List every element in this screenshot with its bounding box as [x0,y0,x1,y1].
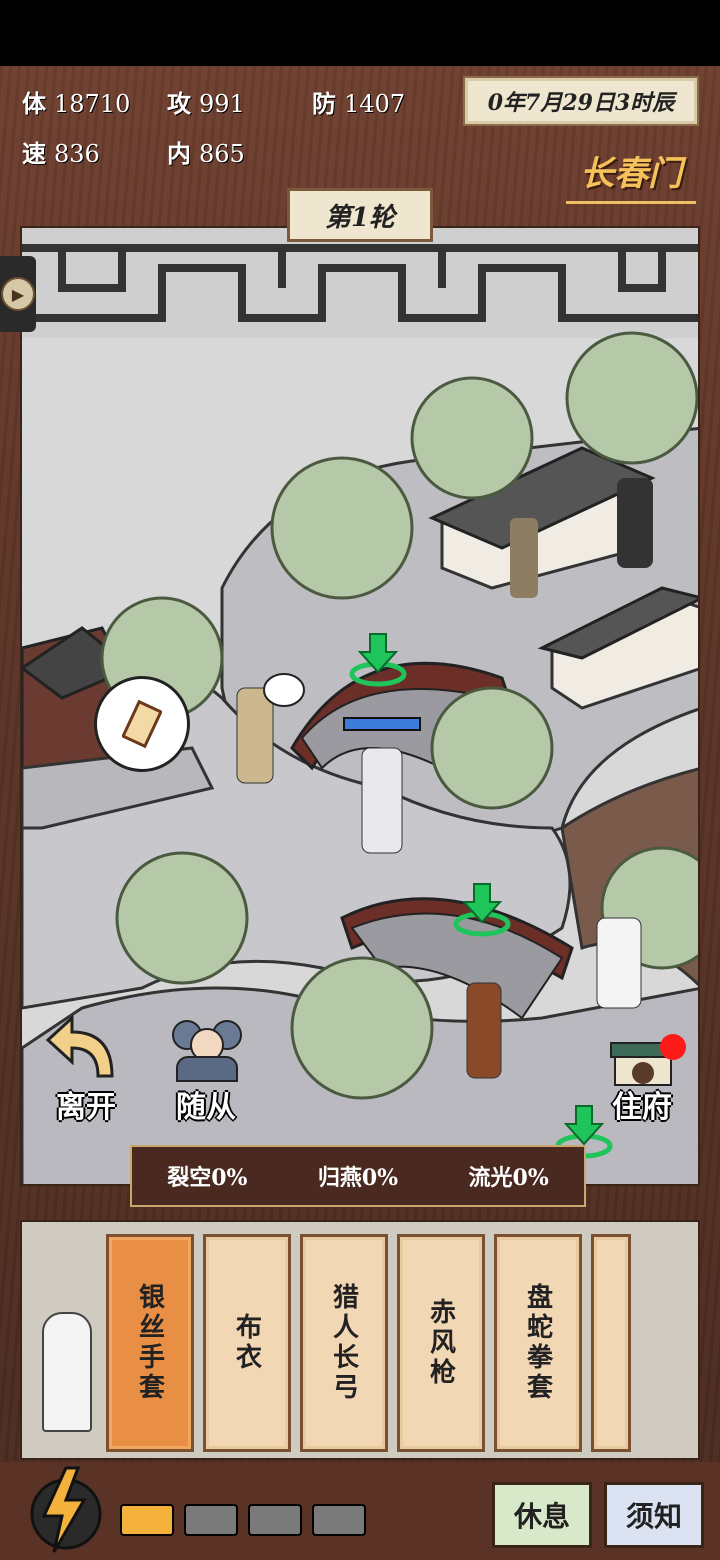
notice-button[interactable]: 须知 [604,1482,704,1548]
equipment-card[interactable]: 银丝手套 [106,1234,194,1452]
buff-name: 归燕 [317,1165,362,1191]
equipment-card-label: 猎人长弓 [328,1283,359,1403]
notification-dot [660,1034,686,1060]
stat-atk: 攻 991 [167,84,245,119]
stat-def-label: 防 [312,89,336,118]
buff-name: 流光 [468,1165,513,1191]
stat-def: 防 1407 [312,84,405,119]
residence-button[interactable]: 住府 [612,1082,672,1126]
equipment-card[interactable]: 布衣 [203,1234,291,1452]
equipment-card-label: 盘蛇拳套 [522,1283,553,1403]
stat-hp-label: 体 [22,89,46,118]
equipment-card-partial[interactable] [591,1234,631,1452]
buff-item: 裂空0% [167,1160,247,1192]
stat-inner-value: 865 [199,140,245,168]
stat-atk-value: 991 [199,90,245,118]
buff-item: 流光0% [469,1160,549,1192]
stat-spd: 速 836 [22,134,100,169]
game-map[interactable] [20,226,700,1186]
green-arrow-icon[interactable] [348,630,408,690]
stat-spd-value: 836 [54,140,100,168]
date-display: 0年7月29日3时辰 [463,76,699,126]
buff-value: 0% [512,1165,549,1191]
stat-inner-label: 内 [167,139,191,168]
status-bar [0,0,720,66]
buff-name: 裂空 [167,1165,212,1191]
round-indicator: 第1轮 [287,188,433,242]
quest-scroll-marker[interactable] [94,676,190,772]
stat-spd-label: 速 [22,139,46,168]
buff-bar: 裂空0% 归燕0% 流光0% [130,1145,586,1207]
curved-arrow-icon[interactable] [42,1012,122,1082]
stat-def-value: 1407 [344,90,406,118]
sect-name: 长春门 [566,148,696,204]
stat-inner: 内 865 [167,134,245,169]
energy-slot-filled [120,1504,174,1536]
energy-slot-empty [312,1504,366,1536]
stat-hp: 体 18710 [22,84,130,119]
equipment-card[interactable]: 猎人长弓 [300,1234,388,1452]
lightning-icon[interactable] [22,1464,102,1556]
buff-item: 归燕0% [318,1160,398,1192]
energy-slot-empty [248,1504,302,1536]
side-play-button[interactable]: ▶ [0,256,36,332]
leave-button[interactable]: 离开 [56,1082,116,1126]
energy-slot-empty [184,1504,238,1536]
equipment-card-label: 布衣 [231,1313,262,1373]
character-portrait [42,1312,92,1432]
green-arrow-icon[interactable] [452,880,512,940]
equipment-card[interactable]: 盘蛇拳套 [494,1234,582,1452]
equipment-card-label: 银丝手套 [134,1283,165,1403]
play-icon: ▶ [1,277,35,311]
rest-button[interactable]: 休息 [492,1482,592,1548]
buff-value: 0% [361,1165,399,1191]
scroll-icon [122,699,162,749]
stat-atk-label: 攻 [167,89,191,118]
followers-icon[interactable] [166,1010,248,1084]
stat-hp-value: 18710 [54,90,131,118]
equipment-card-label: 赤风枪 [425,1298,456,1388]
buff-value: 0% [211,1165,248,1191]
equipment-card[interactable]: 赤风枪 [397,1234,485,1452]
equipment-card-tray[interactable]: 银丝手套 布衣 猎人长弓 赤风枪 盘蛇拳套 [20,1220,700,1460]
followers-button[interactable]: 随从 [176,1082,236,1126]
